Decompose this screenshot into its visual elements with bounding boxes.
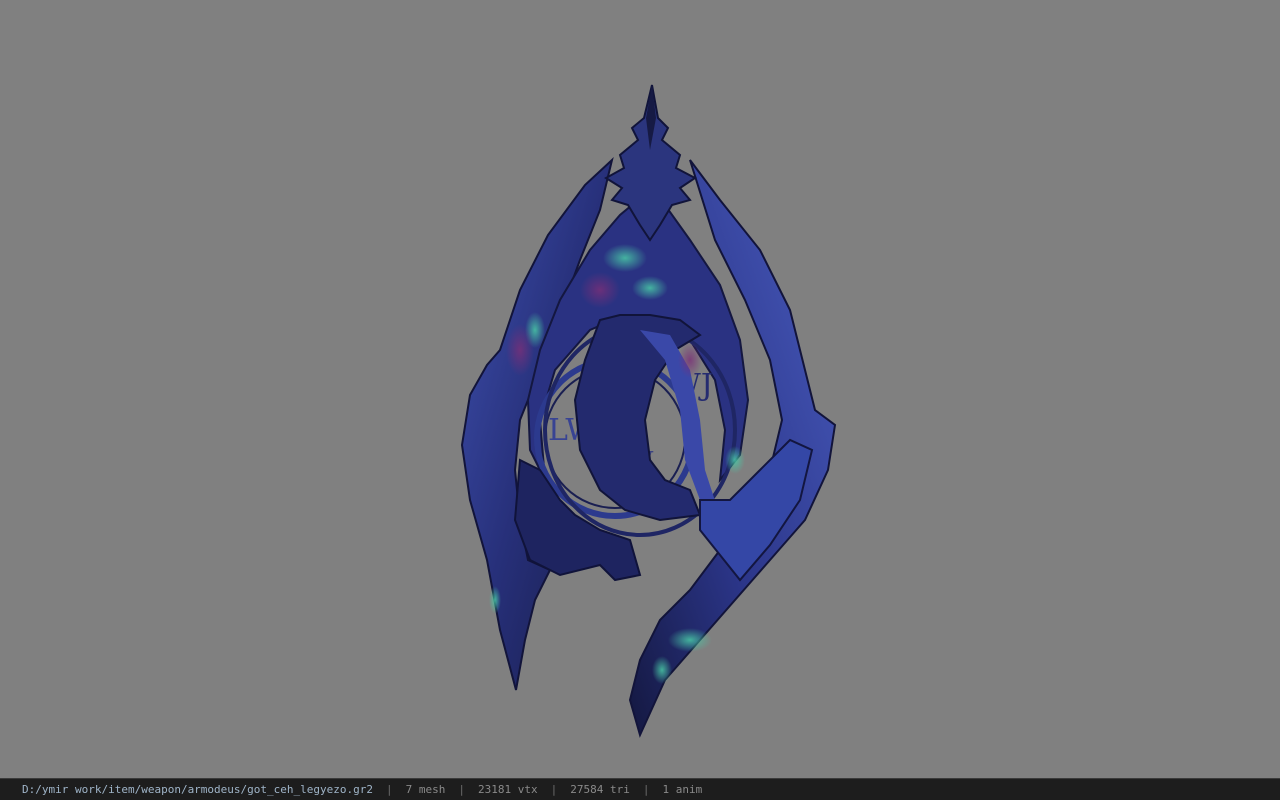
anim-count: 1 anim <box>662 783 703 796</box>
separator: | <box>642 783 650 796</box>
triangle-count: 27584 tri <box>570 783 630 796</box>
mesh-count: 7 mesh <box>405 783 446 796</box>
status-bar: D:/ymir work/item/weapon/armodeus/got_ce… <box>0 778 1280 800</box>
weapon-model-render: LWW WJ MW <box>460 84 837 738</box>
3d-viewport[interactable]: LWW WJ MW <box>0 0 1280 778</box>
separator: | <box>458 783 465 796</box>
vertex-count: 23181 vtx <box>478 783 538 796</box>
file-path: D:/ymir work/item/weapon/armodeus/got_ce… <box>22 783 373 796</box>
separator: | <box>386 783 393 796</box>
separator: | <box>550 783 558 796</box>
